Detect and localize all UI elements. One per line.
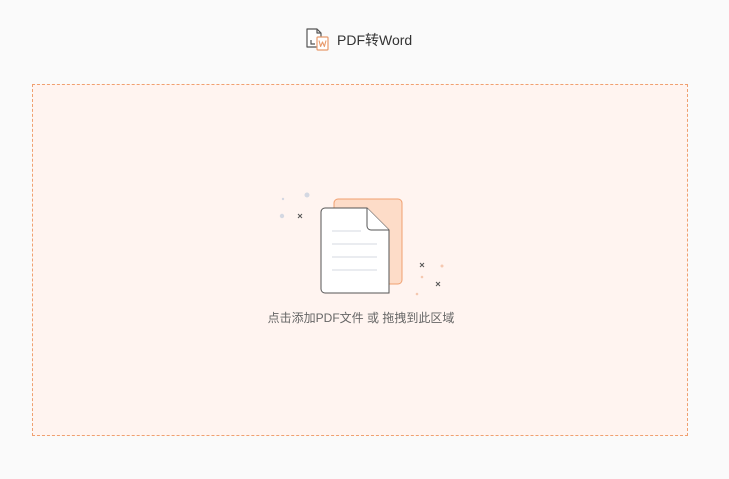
- decor-dot: [281, 197, 285, 201]
- decor-dot: [415, 292, 419, 296]
- decor-cross: [419, 262, 425, 268]
- drop-hint-text: 点击添加PDF文件 或 拖拽到此区域: [267, 311, 455, 325]
- decor-dot: [420, 275, 424, 279]
- header: PDF转Word: [0, 0, 729, 80]
- page-title: PDF转Word: [337, 32, 413, 48]
- decor-dot: [304, 192, 310, 198]
- decor-dot: [440, 264, 444, 268]
- decor-cross: [435, 281, 441, 287]
- decor-cross: [297, 213, 303, 219]
- decor-dot: [279, 213, 285, 219]
- document-upload-icon: [279, 192, 444, 296]
- title-bar: PDF转Word: [304, 27, 412, 53]
- file-drop-zone[interactable]: 点击添加PDF文件 或 拖拽到此区域: [32, 84, 688, 436]
- pdf-to-word-icon: [306, 28, 329, 51]
